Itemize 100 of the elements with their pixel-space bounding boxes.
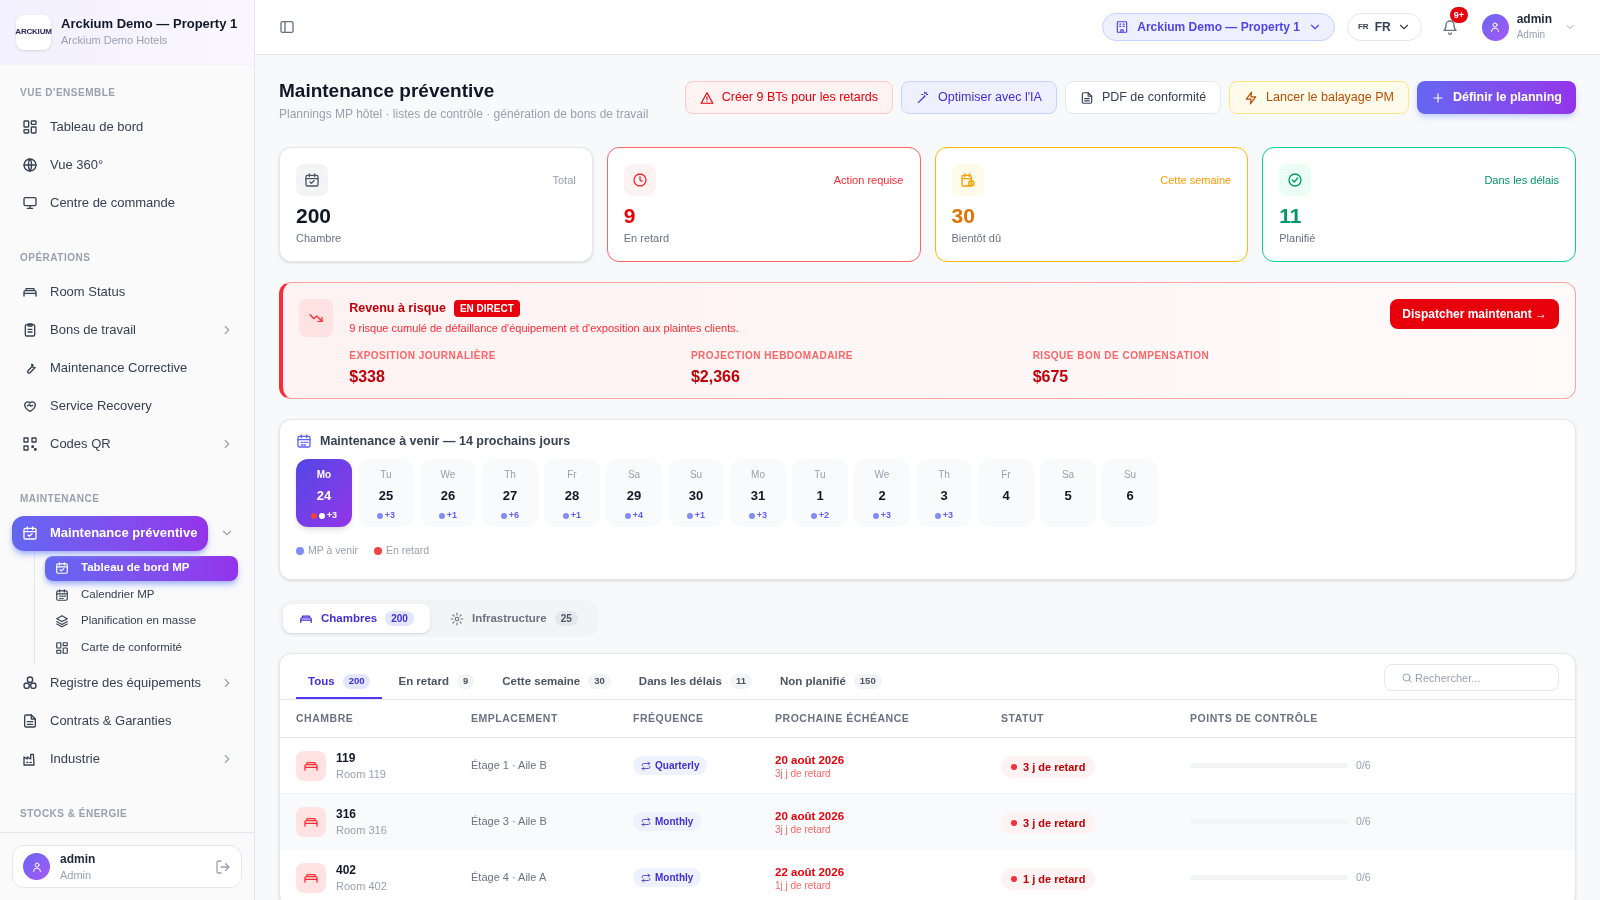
frequency-tag: Monthly — [633, 812, 702, 831]
weekday-label: Fr — [1001, 467, 1011, 482]
day-number: 27 — [502, 486, 518, 505]
tab-count: 11 — [729, 674, 752, 689]
section-heading: VUE D'ENSEMBLE — [19, 86, 117, 100]
notifications-button[interactable] — [1441, 19, 1458, 35]
logout-button[interactable] — [215, 858, 231, 875]
section-heading: OPÉRATIONS — [19, 250, 92, 265]
action-button[interactable]: PDF de conformité — [1064, 81, 1222, 114]
document-icon — [1079, 90, 1094, 105]
day-cell[interactable]: Su 6 — [1102, 458, 1158, 527]
stat-label: Bientôt dû — [951, 231, 1003, 246]
room-label: Room 402 — [336, 878, 387, 894]
weekday-label: Th — [938, 467, 950, 482]
sidebar-item[interactable]: Tableau de bord — [12, 109, 242, 145]
day-number: 24 — [316, 486, 332, 505]
stat-tag: Cette semaine — [1160, 164, 1232, 189]
metric-value: $2,366 — [690, 367, 741, 388]
day-cell[interactable]: Mo 24 +3 — [296, 458, 352, 527]
frequency-tag: Monthly — [633, 868, 702, 887]
calendar-title: Maintenance à venir — 14 prochains jours — [320, 433, 571, 450]
day-cell[interactable]: Sa 5 — [1040, 458, 1096, 527]
dispatch-button[interactable]: Dispatcher maintenant → — [1390, 299, 1559, 329]
metric-label: EXPOSITION JOURNALIÈRE — [349, 348, 497, 364]
day-cell[interactable]: Sa 29 +4 — [606, 458, 662, 527]
checkpoint-count: 0/6 — [1356, 757, 1371, 773]
status-tag: 3 j de retard — [1001, 812, 1096, 834]
sidebar-toggle-button[interactable] — [279, 19, 295, 35]
day-cell[interactable]: Fr 28 +1 — [544, 458, 600, 527]
calendar-check-icon — [22, 525, 38, 541]
submenu-item[interactable]: Carte de conformité — [45, 635, 238, 660]
sidebar-item[interactable]: Contrats & Garanties — [12, 703, 242, 738]
weekday-label: Tu — [380, 467, 392, 482]
day-number: 2 — [878, 486, 886, 505]
day-cell[interactable]: Su 30 +1 — [668, 458, 724, 527]
repeat-icon — [641, 816, 651, 827]
location-cell-text: Étage 4 · Aile A — [471, 870, 548, 886]
day-number: 5 — [1064, 486, 1072, 505]
day-number: 28 — [564, 486, 580, 505]
day-cell[interactable]: Fr 4 — [978, 458, 1034, 527]
day-cell[interactable]: Th 27 +6 — [482, 458, 538, 527]
calendar-icon — [55, 587, 69, 602]
filter-tab[interactable]: Tous 200 — [296, 666, 383, 699]
sidebar-item[interactable]: Registre des équipements — [12, 665, 220, 700]
filter-tab[interactable]: Cette semaine 30 — [490, 666, 623, 699]
submenu-item[interactable]: Tableau de bord MP — [45, 555, 238, 581]
repeat-icon — [641, 760, 651, 771]
property-selector[interactable]: Arckium Demo — Property 1 — [1102, 13, 1335, 41]
sidebar-item[interactable]: Maintenance préventive — [12, 515, 208, 551]
sidebar-item[interactable]: Vue 360° — [12, 147, 242, 183]
globe-icon — [22, 157, 38, 173]
sidebar-item[interactable]: Centre de commande — [12, 185, 242, 221]
task-count: +4 — [632, 509, 644, 523]
weekday-label: Fr — [567, 467, 577, 482]
due-date: 20 août 2026 — [775, 752, 846, 768]
action-button[interactable]: Définir le planning — [1416, 81, 1576, 114]
language-selector[interactable]: FR FR — [1347, 13, 1422, 41]
task-count: +3 — [384, 509, 396, 523]
weekday-label: Su — [1123, 467, 1137, 482]
day-cell[interactable]: Th 3 +3 — [916, 458, 972, 527]
day-cell[interactable]: We 26 +1 — [420, 458, 476, 527]
tab-count: 9 — [457, 674, 475, 689]
sidebar-item[interactable]: Maintenance Corrective — [12, 350, 242, 386]
metric-value: $675 — [1032, 367, 1070, 388]
sidebar-toggle-icon — [279, 19, 295, 35]
submenu-item[interactable]: Calendrier MP — [45, 582, 238, 607]
cubes-icon — [22, 674, 38, 691]
task-count: +3 — [942, 509, 954, 523]
filter-tab[interactable]: En retard 9 — [386, 666, 487, 699]
metric-label: PROJECTION HEBDOMADAIRE — [690, 349, 855, 364]
sidebar-item[interactable]: Service Recovery — [12, 388, 242, 424]
category-tab[interactable]: Chambres 200 — [283, 604, 430, 633]
sidebar-item[interactable]: Codes QR — [12, 426, 220, 462]
page-subtitle: Plannings MP hôtel · listes de contrôle · génération de bons de travail — [279, 106, 649, 123]
day-cell[interactable]: Mo 31 +3 — [730, 458, 786, 527]
language-code: FR — [1358, 21, 1369, 33]
user-name: admin — [1516, 11, 1552, 27]
sidebar-item[interactable]: Industrie — [12, 741, 220, 776]
day-number: 1 — [816, 486, 824, 505]
action-button[interactable]: Optimiser avec l'IA — [901, 81, 1057, 114]
qr-code-icon — [22, 436, 38, 452]
weekday-label: Su — [689, 467, 703, 482]
sidebar-item[interactable]: Room Status — [12, 274, 242, 310]
action-button[interactable]: Lancer le balayage PM — [1229, 81, 1409, 114]
category-tab[interactable]: Infrastructure 25 — [433, 604, 594, 633]
filter-tab[interactable]: Dans les délais 11 — [626, 666, 764, 699]
submenu-item[interactable]: Planification en masse — [45, 608, 238, 634]
lightning-icon — [1244, 90, 1259, 105]
day-cell[interactable]: Tu 1 +2 — [792, 458, 848, 527]
day-cell[interactable]: We 2 +3 — [854, 458, 910, 527]
legend-label: MP à venir — [308, 542, 358, 558]
user-card[interactable]: admin Admin — [12, 845, 242, 888]
filter-tab[interactable]: Non planifié 150 — [768, 666, 894, 699]
tab-count: 150 — [853, 674, 882, 689]
due-date: 22 août 2026 — [775, 864, 846, 880]
sidebar-item[interactable]: Bons de travail — [12, 312, 220, 348]
status-tag: 1 j de retard — [1001, 868, 1096, 890]
day-cell[interactable]: Tu 25 +3 — [358, 458, 414, 527]
action-button[interactable]: Créer 9 BTs pour les retards — [684, 81, 894, 114]
search-field[interactable]: Rechercher... — [1384, 664, 1559, 691]
